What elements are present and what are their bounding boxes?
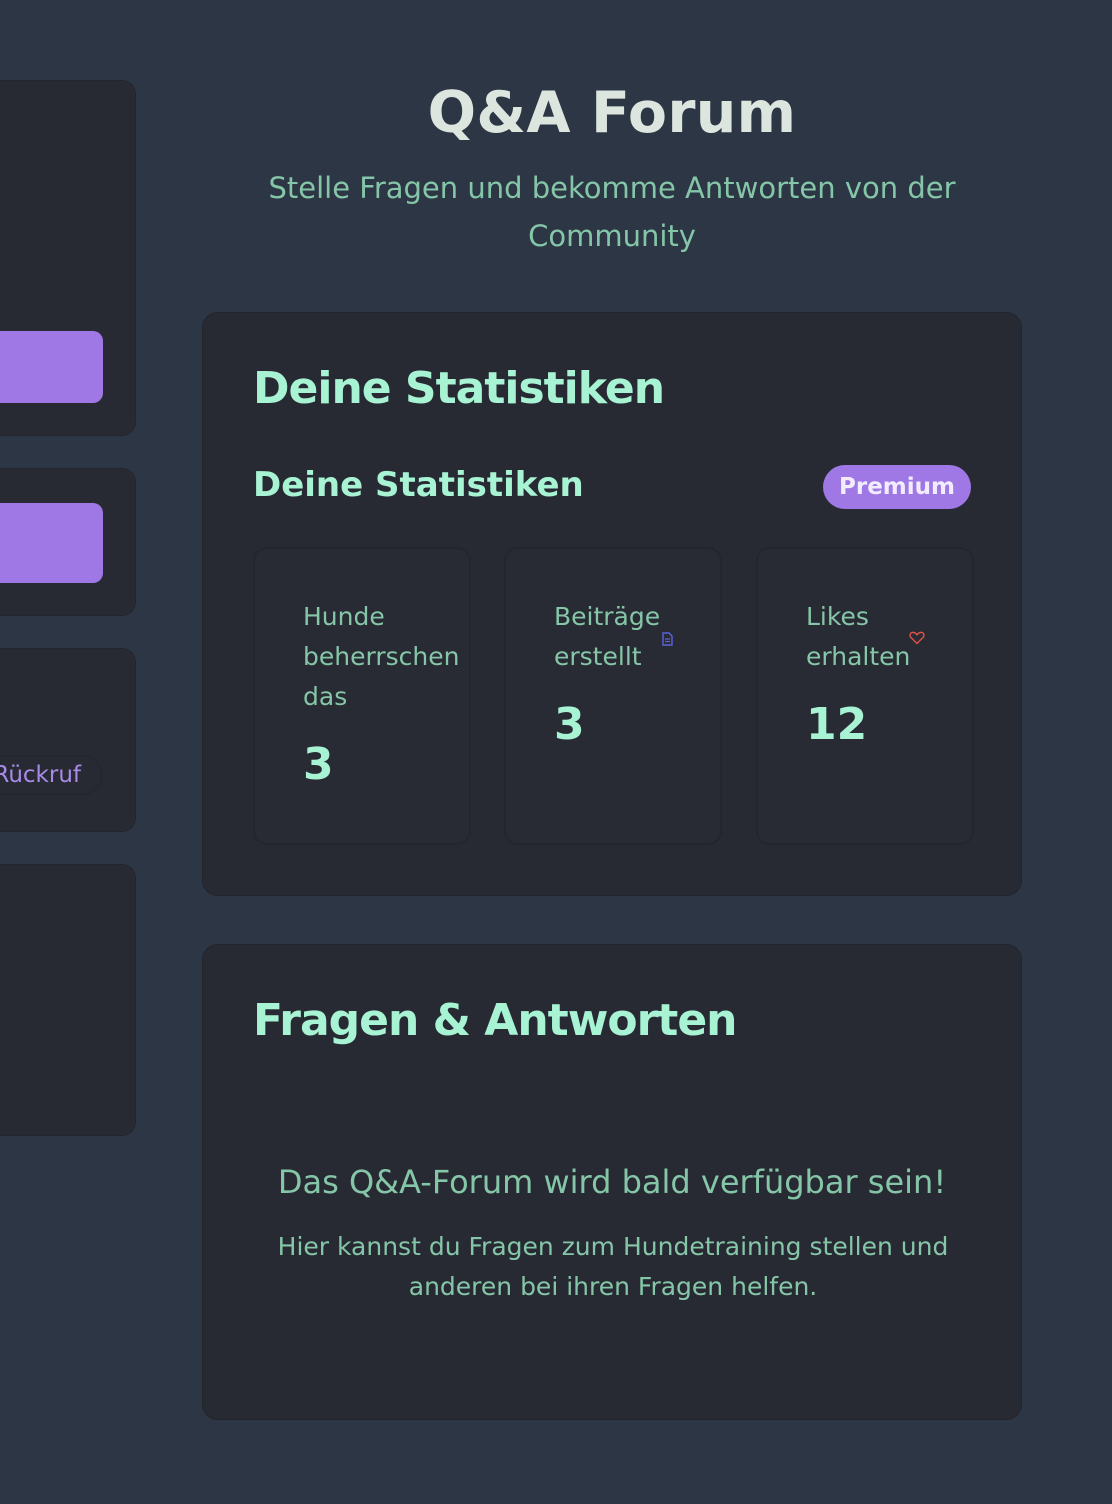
sidebar-card-4 [0,864,136,1136]
callback-button[interactable]: Rückruf [0,755,103,795]
stat-card-posts: Beiträge erstellt 3 [504,547,722,845]
stat-value: 3 [554,699,585,750]
stat-label: Beiträge erstellt [554,602,661,671]
stat-label: Likes erhalten [806,602,911,671]
stats-card: Deine Statistiken Deine Statistiken Prem… [202,312,1022,896]
page-title: Q&A Forum [427,80,797,146]
sidebar-action-button-2[interactable] [0,503,103,583]
sidebar-card-2 [0,468,136,616]
empty-state-description: Hier kannst du Fragen zum Hundetraining … [277,1232,949,1301]
heart-icon [909,630,925,649]
premium-badge: Premium [823,465,971,509]
forum-card: Fragen & Antworten Das Q&A-Forum wird ba… [202,944,1022,1420]
stats-subtitle: Deine Statistiken [253,465,584,505]
stat-value: 12 [806,699,868,750]
stat-card-likes: Likes erhalten 12 [756,547,974,845]
page-subtitle: Stelle Fragen und bekomme Antworten von … [268,171,956,253]
sidebar-card-1 [0,80,136,436]
document-icon [662,631,673,650]
page-header: Q&A Forum Stelle Fragen und bekomme Antw… [202,80,1022,260]
stats-card-title: Deine Statistiken [253,363,665,414]
stat-value: 3 [303,739,334,790]
sidebar-card-3: Rückruf [0,648,136,832]
stat-card-skills: Hunde beherrschen das 3 [253,547,471,845]
forum-card-title: Fragen & Antworten [253,995,737,1046]
stat-label: Hunde beherrschen das [303,602,460,711]
empty-state-title: Das Q&A-Forum wird bald verfügbar sein! [277,1163,947,1201]
sidebar-action-button-1[interactable] [0,331,103,403]
